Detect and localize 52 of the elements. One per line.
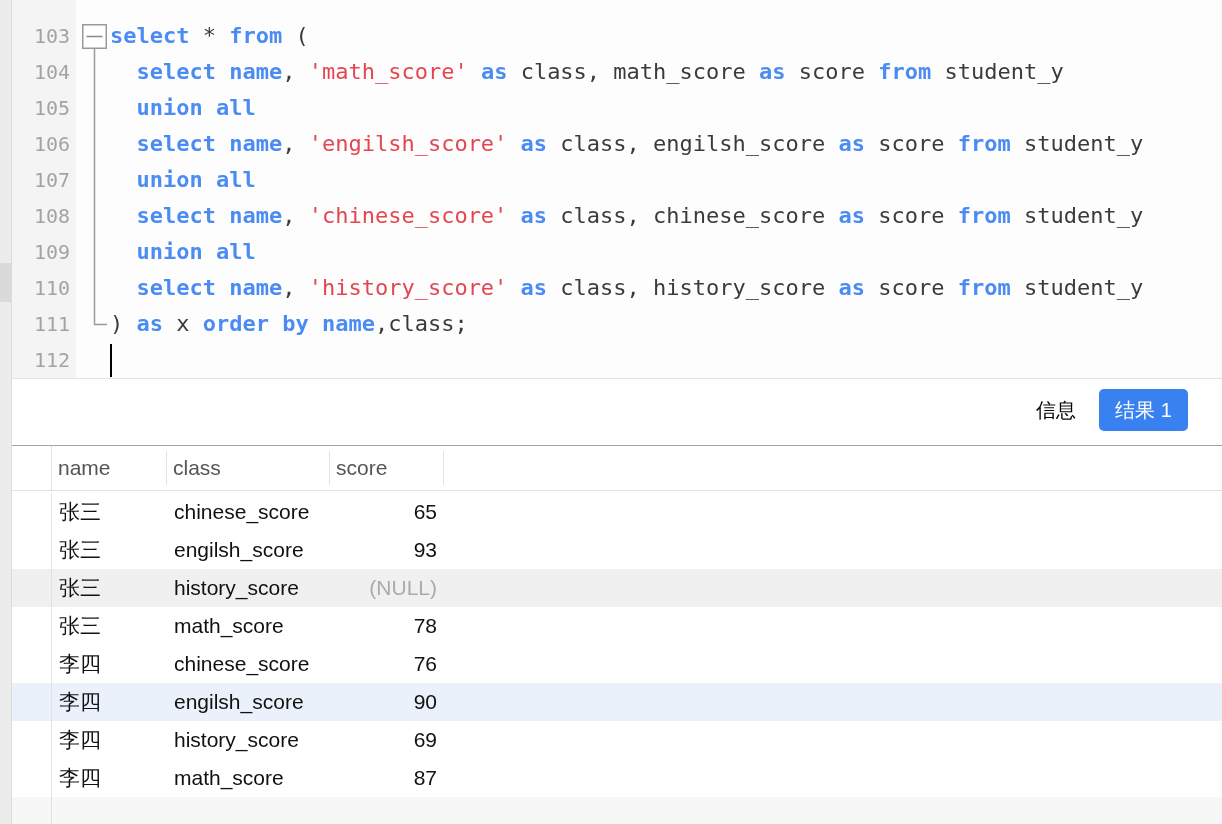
table-cell: history_score [174,727,299,753]
table-row[interactable]: 张三 history_score (NULL) [12,569,1222,607]
table-cell: math_score [174,613,284,639]
column-header[interactable]: name [52,451,167,485]
table-cell: 张三 [59,499,101,525]
line-number: 105 [33,96,70,120]
column-header[interactable]: class [167,451,330,485]
table-cell: 78 [413,613,437,639]
result-tab[interactable]: 结果 1 [1099,389,1188,431]
scrollbar-thumb[interactable] [0,263,11,302]
table-cell: 87 [413,765,437,791]
table-cell: 李四 [59,727,101,753]
code-line: select name, 'engilsh_score' as class, engilsh_score as score from student_y [135,130,1144,158]
code-line: select name, 'history_score' as class, history_score as score from student_y [135,274,1144,302]
code-line: union all [135,94,256,122]
line-number: 109 [33,240,70,264]
code-line: select name, 'chinese_score' as class, chinese_score as score from student_y [135,202,1144,230]
line-number: 108 [33,204,70,228]
code-line: select * from ( [110,22,309,50]
line-number: 111 [33,312,70,336]
table-cell: 69 [413,727,437,753]
table-cell: math_score [174,765,284,791]
line-number: 112 [33,348,70,372]
line-number: 104 [33,60,70,84]
table-cell: (NULL) [369,575,437,601]
table-cell: 65 [413,499,437,525]
table-cell: 张三 [59,575,101,601]
table-cell: engilsh_score [174,537,304,563]
table-cell: 李四 [59,689,101,715]
table-cell: engilsh_score [174,689,304,715]
line-number: 110 [33,276,70,300]
table-cell: 李四 [59,651,101,677]
table-cell: history_score [174,575,299,601]
line-number: 103 [33,24,70,48]
code-line: ) as x order by name,class; [110,310,468,338]
table-row[interactable]: 李四 engilsh_score 90 [12,683,1222,721]
table-cell: 93 [413,537,437,563]
table-cell: chinese_score [174,651,310,677]
code-line: union all [135,238,256,266]
line-number: 107 [33,168,70,192]
line-number: 106 [33,132,70,156]
table-cell: chinese_score [174,499,310,525]
code-line: union all [135,166,256,194]
code-line: select name, 'math_score' as class, math_score as score from student_y [135,58,1064,86]
collapse-icon[interactable] [82,24,107,49]
table-cell: 90 [413,689,437,715]
table-cell: 李四 [59,765,101,791]
result-tab[interactable]: 信息 [1020,389,1093,431]
table-cell: 76 [413,651,437,677]
table-cell: 张三 [59,537,101,563]
column-header[interactable]: score [330,451,444,485]
table-cell: 张三 [59,613,101,639]
